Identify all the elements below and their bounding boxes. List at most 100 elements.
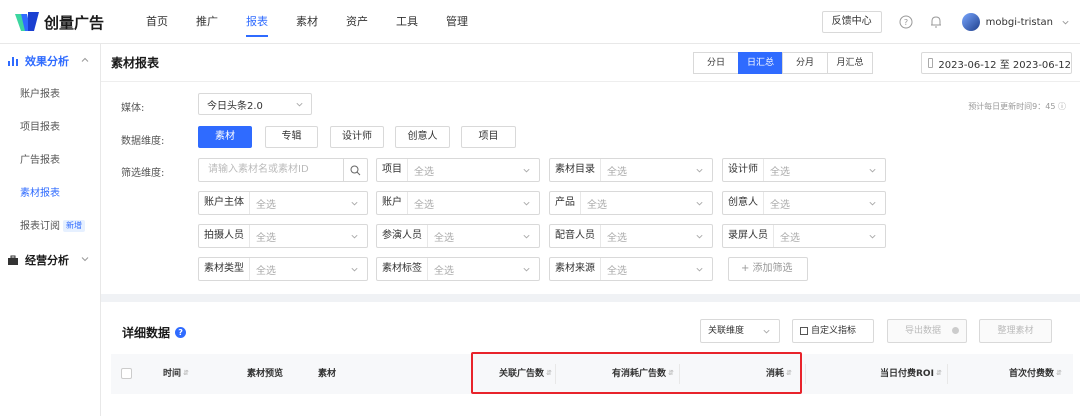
chevron-down-icon: [523, 168, 530, 173]
add-filter-button[interactable]: + 添加筛选: [728, 257, 808, 281]
info-icon: [951, 327, 959, 334]
filter-value: 全选: [607, 265, 627, 277]
sidebar-item-account-report[interactable]: 账户报表: [0, 78, 100, 111]
assoc-dimension-label: 关联维度: [708, 326, 745, 336]
sort-icon[interactable]: ⇵: [183, 370, 189, 377]
filter-name: 录屏人员: [723, 225, 774, 247]
col-material-preview: 素材预览: [247, 369, 284, 379]
app-logo[interactable]: 创量广告: [14, 11, 104, 33]
filter-label: 筛选维度:: [121, 168, 165, 179]
help-icon[interactable]: ?: [898, 14, 914, 30]
media-select-value: 今日头条2.0: [207, 100, 263, 112]
col-label: 当日付费ROI: [880, 369, 934, 379]
filter-material-tag[interactable]: 素材标签 全选: [376, 257, 540, 281]
filter-value: 全选: [607, 166, 627, 178]
sidebar-item-label: 报表订阅: [20, 221, 60, 232]
filter-value: 全选: [607, 232, 627, 244]
chevron-down-icon[interactable]: [1061, 18, 1070, 27]
filter-voice-actor[interactable]: 配音人员 全选: [549, 224, 713, 248]
select-all-checkbox[interactable]: [121, 368, 132, 379]
filter-name: 拍摄人员: [199, 225, 250, 247]
search-icon[interactable]: [343, 159, 367, 181]
search-input[interactable]: 请输入素材名或素材ID: [199, 159, 343, 181]
logo-text: 创量广告: [44, 13, 105, 32]
filter-panel: 素材报表 分日 日汇总 分月 月汇总 2023-06-12 至 2023-06-…: [101, 44, 1080, 294]
nav-materials[interactable]: 素材: [296, 0, 318, 44]
granularity-monthly[interactable]: 分月: [782, 52, 828, 74]
sidebar-group-business-analysis[interactable]: 经营分析: [0, 243, 100, 277]
bell-icon[interactable]: [928, 14, 944, 30]
sidebar-item-material-report[interactable]: 素材报表: [0, 177, 100, 210]
filter-creative[interactable]: 创意人 全选: [722, 191, 886, 215]
nav-tools[interactable]: 工具: [396, 0, 418, 44]
filter-value: 全选: [770, 166, 790, 178]
filter-value: 全选: [414, 166, 434, 178]
filter-name: 参演人员: [377, 225, 428, 247]
sidebar-group-effect-analysis[interactable]: 效果分析: [0, 44, 100, 78]
detail-title-text: 详细数据: [122, 326, 171, 340]
nav-manage[interactable]: 管理: [446, 0, 468, 44]
date-range-picker[interactable]: 2023-06-12 至 2023-06-12: [921, 52, 1072, 74]
granularity-daily[interactable]: 分日: [693, 52, 739, 74]
new-badge: 新增: [63, 220, 85, 232]
chevron-down-icon: [523, 201, 530, 206]
nav-assets[interactable]: 资产: [346, 0, 368, 44]
filter-value: 全选: [770, 199, 790, 211]
filter-name: 产品: [550, 192, 581, 214]
material-search[interactable]: 请输入素材名或素材ID: [198, 158, 368, 182]
filter-name: 账户: [377, 192, 408, 214]
dimension-creative[interactable]: 创意人: [395, 126, 450, 148]
media-select[interactable]: 今日头条2.0: [198, 93, 312, 115]
sidebar-item-ad-report[interactable]: 广告报表: [0, 144, 100, 177]
table-icon: [800, 326, 808, 335]
filter-material-directory[interactable]: 素材目录 全选: [549, 158, 713, 182]
export-data-label: 导出数据: [905, 326, 942, 336]
nav-reports[interactable]: 报表: [246, 0, 268, 44]
filter-photographer[interactable]: 拍摄人员 全选: [198, 224, 368, 248]
help-icon[interactable]: ?: [175, 327, 187, 338]
filter-material-source[interactable]: 素材来源 全选: [549, 257, 713, 281]
filter-project[interactable]: 项目 全选: [376, 158, 540, 182]
avatar[interactable]: [961, 13, 980, 31]
dimension-project[interactable]: 项目: [461, 126, 516, 148]
dimension-designer[interactable]: 设计师: [330, 126, 384, 148]
sidebar-item-report-subscription[interactable]: 报表订阅 新增: [0, 210, 100, 243]
filter-value: 全选: [414, 199, 434, 211]
nav-home[interactable]: 首页: [146, 0, 168, 44]
filter-actor[interactable]: 参演人员 全选: [376, 224, 540, 248]
filter-product[interactable]: 产品 全选: [549, 191, 713, 215]
filter-screen-recorder[interactable]: 录屏人员 全选: [722, 224, 886, 248]
filter-designer[interactable]: 设计师 全选: [722, 158, 886, 182]
username[interactable]: mobgi-tristan: [986, 17, 1053, 28]
sidebar: 效果分析 账户报表 项目报表 广告报表 素材报表 报表订阅 新增 经营分析: [0, 44, 101, 416]
filter-account-entity[interactable]: 账户主体 全选: [198, 191, 368, 215]
logo-icon: [15, 12, 39, 31]
sidebar-item-project-report[interactable]: 项目报表: [0, 111, 100, 144]
nav-promotion[interactable]: 推广: [196, 0, 218, 44]
granularity-daily-summary[interactable]: 日汇总: [738, 52, 783, 74]
custom-metrics-button[interactable]: 自定义指标: [792, 319, 874, 343]
svg-text:?: ?: [904, 18, 908, 27]
granularity-monthly-summary[interactable]: 月汇总: [827, 52, 873, 74]
sort-icon[interactable]: ⇵: [936, 370, 942, 377]
date-range-value: 2023-06-12 至 2023-06-12: [938, 59, 1071, 71]
chevron-up-icon: [81, 57, 89, 62]
col-label: 时间: [163, 369, 182, 379]
assoc-dimension-select[interactable]: 关联维度: [700, 319, 780, 343]
filter-material-type[interactable]: 素材类型 全选: [198, 257, 368, 281]
filter-account[interactable]: 账户 全选: [376, 191, 540, 215]
col-material: 素材: [318, 369, 337, 379]
col-first-payments[interactable]: 首次付费数 ⇵: [1009, 354, 1062, 394]
column-divider: [805, 364, 806, 384]
organize-material-button[interactable]: 整理素材: [979, 319, 1052, 343]
filter-value: 全选: [256, 232, 276, 244]
filter-value: 全选: [256, 265, 276, 277]
dimension-album[interactable]: 专辑: [265, 126, 318, 148]
dimension-material[interactable]: 素材: [198, 126, 252, 148]
filter-name: 创意人: [723, 192, 764, 214]
col-day-paid-roi[interactable]: 当日付费ROI ⇵: [880, 354, 942, 394]
feedback-button[interactable]: 反馈中心: [821, 11, 882, 33]
sort-icon[interactable]: ⇵: [1056, 370, 1062, 377]
col-time[interactable]: 时间 ⇵: [163, 354, 189, 394]
export-data-button[interactable]: 导出数据: [887, 319, 967, 343]
